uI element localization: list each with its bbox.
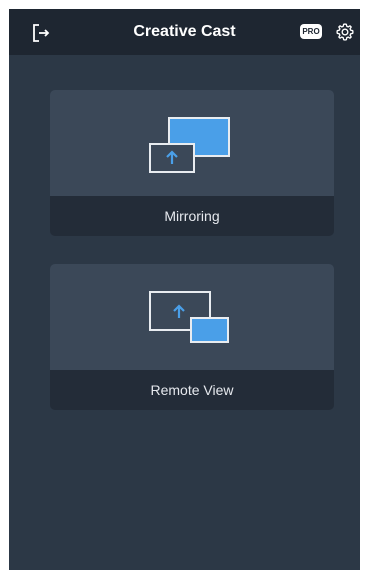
settings-button[interactable]	[334, 21, 356, 43]
mirroring-label: Mirroring	[50, 196, 334, 236]
top-bar: Creative Cast PRO	[9, 9, 360, 55]
remote-view-label: Remote View	[50, 370, 334, 410]
app-window: Creative Cast PRO Mirroring Remote View	[9, 9, 360, 570]
remote-view-card-graphic-area	[50, 264, 334, 370]
remote-view-icon	[149, 291, 229, 343]
remote-view-card[interactable]: Remote View	[50, 264, 334, 410]
screen-mirroring-icon	[149, 117, 230, 173]
mirroring-card[interactable]: Mirroring	[50, 90, 334, 236]
mirroring-card-graphic-area	[50, 90, 334, 196]
gear-icon	[336, 23, 354, 41]
pro-badge[interactable]: PRO	[300, 24, 322, 39]
